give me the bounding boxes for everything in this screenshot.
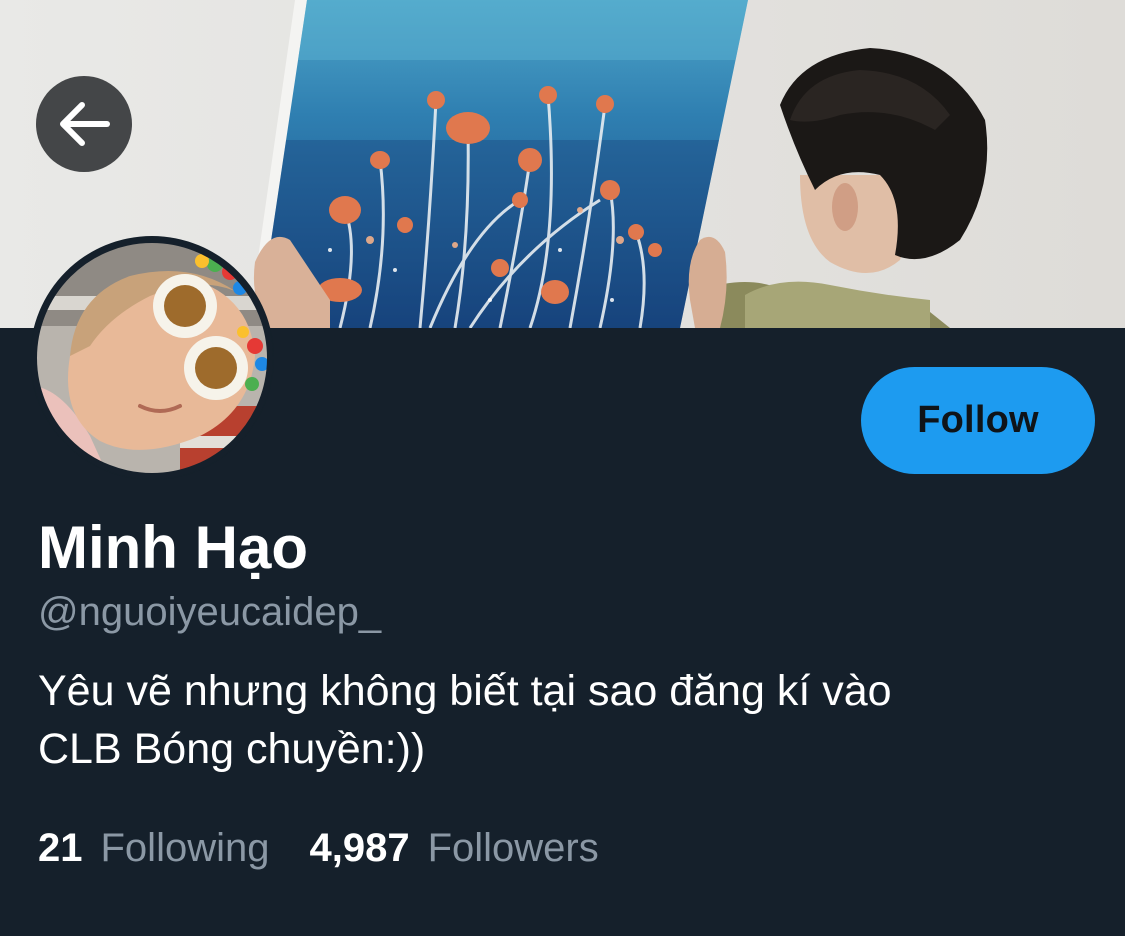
avatar[interactable]	[30, 236, 274, 480]
following-link[interactable]: 21 Following	[38, 822, 269, 874]
back-button[interactable]	[36, 76, 132, 172]
profile-stats: 21 Following 4,987 Followers	[38, 822, 599, 874]
profile-page: Follow Minh Hạo @nguoiyeucaidep_ Yêu vẽ …	[0, 0, 1125, 936]
avatar-image	[31, 237, 273, 479]
profile-display-name: Minh Hạo	[38, 514, 308, 581]
profile-bio-line: CLB Bóng chuyền:))	[38, 725, 426, 773]
follow-button-label: Follow	[917, 399, 1039, 441]
following-label: Following	[100, 826, 270, 870]
profile-handle: @nguoiyeucaidep_	[38, 590, 382, 634]
followers-link[interactable]: 4,987 Followers	[309, 822, 598, 874]
arrow-left-icon	[60, 102, 110, 146]
profile-bio: Yêu vẽ nhưng không biết tại sao đăng kí …	[38, 662, 1078, 778]
following-count: 21	[38, 826, 83, 870]
followers-label: Followers	[427, 826, 599, 870]
profile-bio-line: Yêu vẽ nhưng không biết tại sao đăng kí …	[38, 667, 892, 715]
followers-count: 4,987	[309, 826, 410, 870]
follow-button[interactable]: Follow	[861, 367, 1095, 474]
